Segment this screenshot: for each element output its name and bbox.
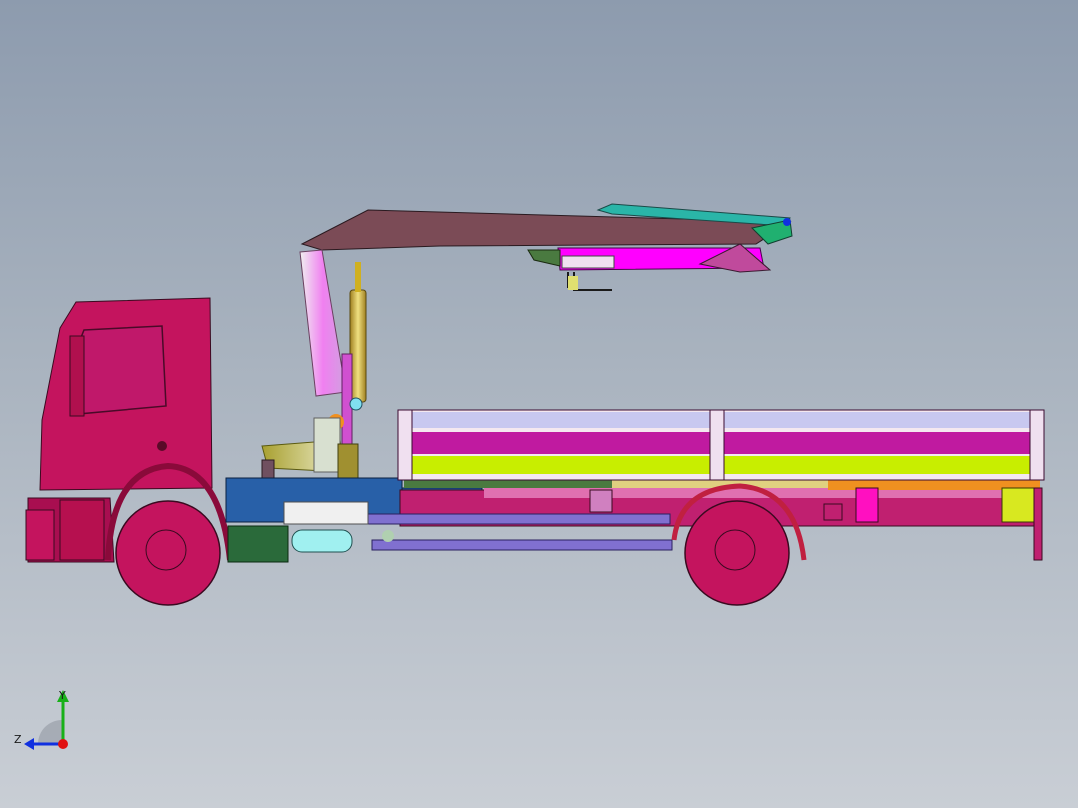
crane-column[interactable]	[299, 249, 347, 397]
mirror-arm	[69, 335, 85, 417]
gearbox	[227, 525, 289, 563]
column-pivot	[349, 397, 363, 411]
joint-ball	[382, 530, 394, 542]
origin-dot	[58, 739, 68, 749]
rear-post	[1033, 487, 1043, 561]
y-axis-label: Y	[58, 689, 66, 702]
z-axis-label: Z	[14, 733, 22, 746]
crane-base-post	[313, 417, 341, 473]
bed-divider	[709, 409, 725, 481]
front-wheel[interactable]	[115, 500, 221, 606]
orientation-triad[interactable]: Y Z	[8, 684, 88, 764]
mount-plate-magenta	[855, 487, 879, 523]
bed-rear-post	[1029, 409, 1045, 481]
cab-step	[59, 499, 105, 561]
bed-front-post	[397, 409, 413, 481]
triad-arc	[38, 720, 62, 744]
mount-plate-pink	[589, 489, 613, 513]
lower-bar-2	[371, 539, 673, 551]
extension-slot	[561, 255, 615, 269]
cylinder-rod	[355, 262, 361, 292]
rear-wheel[interactable]	[684, 500, 790, 606]
cad-viewport[interactable]	[0, 0, 1078, 808]
truck-crane-model[interactable]	[25, 203, 1045, 606]
cab-emblem	[157, 441, 167, 451]
mount-plate-yellow	[1001, 487, 1037, 523]
hook-block	[568, 276, 578, 290]
tank-white	[283, 501, 369, 525]
cab-window	[75, 325, 167, 415]
hook-bracket	[527, 249, 561, 267]
tank-cyan	[291, 529, 353, 553]
z-axis-arrow	[24, 738, 34, 750]
lower-bar-1	[359, 513, 671, 525]
bumper	[25, 509, 55, 561]
boom-tip-pin	[783, 218, 791, 226]
rear-light	[823, 503, 843, 521]
